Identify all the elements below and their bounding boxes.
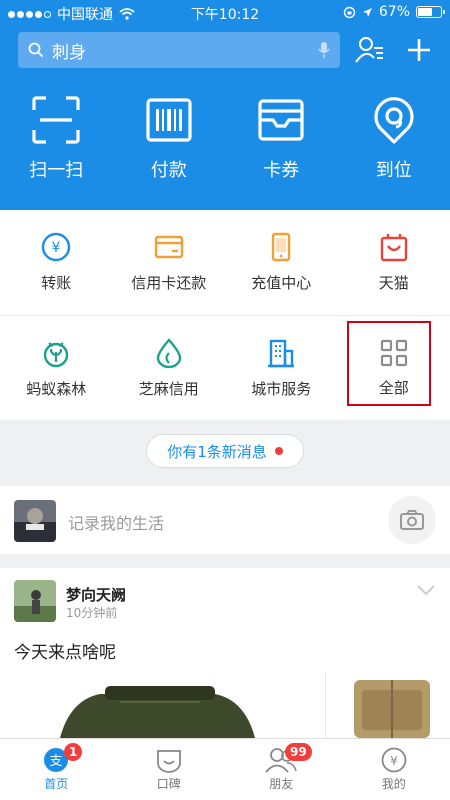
post-composer[interactable]: 记录我的生活 (0, 486, 450, 554)
chevron-down-icon[interactable] (416, 584, 436, 596)
post-content: 今天来点啥呢 (14, 643, 116, 663)
tab-home[interactable]: 支 首页 1 (0, 739, 113, 800)
tab-label: 朋友 (269, 777, 294, 791)
tab-label: 我的 (381, 777, 406, 791)
tab-bar: 支 首页 1 口碑 朋友 99 ¥ 我的 (0, 738, 450, 800)
service-label: 蚂蚁森林 (26, 379, 87, 398)
notification-badge: 1 (64, 743, 83, 761)
svg-text:¥: ¥ (390, 754, 398, 768)
tab-koubei[interactable]: 口碑 (113, 739, 226, 800)
message-bar: 你有1条新消息 (0, 420, 450, 484)
quick-action-cards[interactable]: 卡券 (225, 96, 338, 196)
notification-badge: 99 (285, 743, 312, 761)
header-area: 中国联通 下午10:12 67% 刺身 扫一扫 付款 卡券 到位 (0, 0, 450, 210)
service-label: 全部 (378, 378, 409, 397)
quick-action-label: 付款 (150, 160, 187, 181)
new-message-text: 你有1条新消息 (167, 442, 267, 461)
status-bar: 中国联通 下午10:12 67% (0, 0, 450, 26)
credit-card-icon (154, 235, 183, 259)
quick-action-label: 扫一扫 (29, 160, 84, 181)
ant-forest-icon (44, 341, 69, 367)
quick-actions: 扫一扫 付款 卡券 到位 (0, 96, 450, 196)
battery-percent: 67% (378, 4, 410, 20)
service-recharge[interactable]: 充值中心 (225, 210, 338, 315)
service-ant-forest[interactable]: 蚂蚁森林 (0, 316, 113, 420)
rotation-lock-icon (343, 6, 356, 18)
service-label: 充值中心 (251, 274, 312, 292)
post-image[interactable] (0, 672, 326, 738)
service-sesame-credit[interactable]: 芝麻信用 (113, 316, 226, 420)
services-grid: ¥ 转账 信用卡还款 充值中心 天猫 蚂蚁森林 芝麻信用 城市服务 全部 (0, 210, 450, 420)
service-tmall[interactable]: 天猫 (338, 210, 450, 315)
search-input[interactable]: 刺身 (18, 32, 340, 68)
quick-action-arrive[interactable]: 到位 (338, 96, 450, 196)
service-city[interactable]: 城市服务 (225, 316, 338, 420)
quick-action-label: 到位 (375, 160, 412, 181)
location-pin-icon (374, 97, 414, 144)
post-image[interactable] (332, 672, 450, 738)
camera-button[interactable] (388, 496, 436, 544)
service-credit-card[interactable]: 信用卡还款 (113, 210, 226, 315)
tab-mine[interactable]: ¥ 我的 (338, 739, 450, 800)
contacts-icon (355, 37, 383, 63)
add-button[interactable] (401, 32, 437, 68)
tab-friends[interactable]: 朋友 99 (225, 739, 338, 800)
svg-text:支: 支 (50, 754, 63, 769)
search-placeholder: 刺身 (52, 42, 86, 63)
search-icon (28, 42, 44, 58)
phone-recharge-icon (272, 232, 291, 262)
quick-action-label: 卡券 (263, 160, 300, 181)
post-time: 10分钟前 (66, 606, 118, 620)
service-transfer[interactable]: ¥ 转账 (0, 210, 113, 315)
avatar (14, 500, 56, 542)
tmall-icon (380, 234, 407, 262)
svg-text:¥: ¥ (52, 240, 61, 256)
plus-icon (408, 39, 430, 61)
tab-label: 口碑 (156, 777, 181, 791)
battery-icon (416, 6, 445, 18)
quick-action-pay[interactable]: 付款 (113, 96, 226, 196)
my-wallet-icon: ¥ (381, 747, 407, 773)
service-label: 芝麻信用 (138, 379, 199, 398)
tab-label: 首页 (44, 777, 69, 791)
author-name[interactable]: 梦向天阙 (66, 584, 126, 605)
location-arrow-icon (362, 7, 372, 17)
new-message-pill[interactable]: 你有1条新消息 (146, 434, 304, 468)
microphone-icon[interactable] (318, 41, 330, 59)
service-all[interactable]: 全部 (338, 316, 450, 420)
grid-all-icon (380, 339, 407, 366)
scan-icon (32, 96, 80, 144)
barcode-icon (146, 98, 192, 142)
author-avatar[interactable] (14, 580, 56, 622)
unread-dot (274, 447, 283, 455)
service-label: 转账 (41, 274, 72, 292)
quick-action-scan[interactable]: 扫一扫 (0, 96, 113, 196)
post-placeholder: 记录我的生活 (68, 514, 165, 533)
service-label: 天猫 (378, 274, 409, 292)
transfer-icon: ¥ (42, 232, 71, 262)
sesame-credit-icon (156, 337, 181, 368)
card-wallet-icon (258, 99, 304, 141)
service-label: 信用卡还款 (131, 274, 207, 292)
feed-card: 梦向天阙 10分钟前 今天来点啥呢 (0, 568, 450, 738)
koubei-icon (156, 750, 181, 773)
service-label: 城市服务 (251, 379, 312, 398)
contacts-button[interactable] (352, 32, 388, 68)
city-service-icon (268, 339, 295, 367)
camera-icon (400, 510, 424, 530)
